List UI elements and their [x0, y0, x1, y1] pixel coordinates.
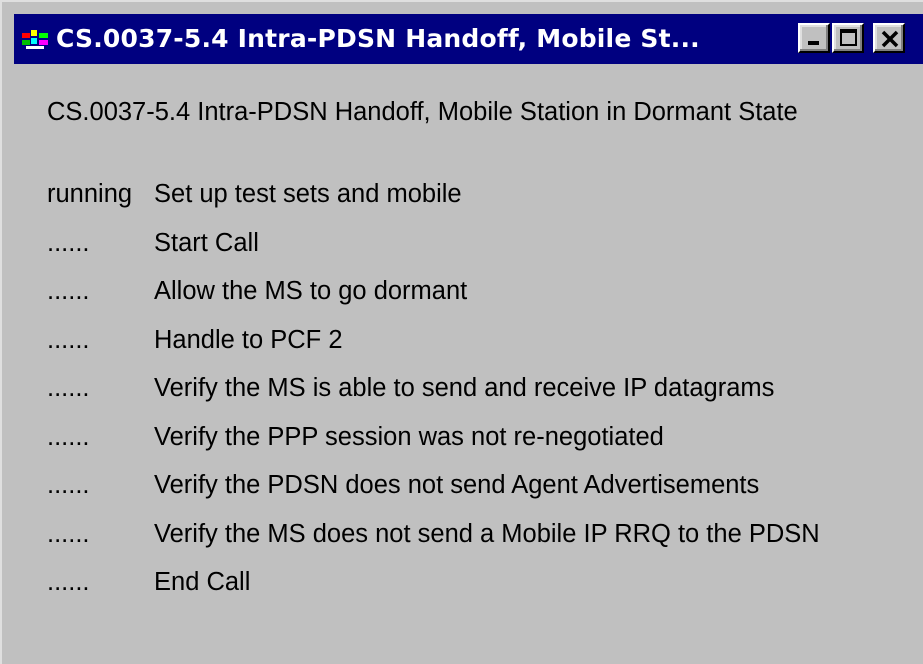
app-window: CS.0037-5.4 Intra-PDSN Handoff, Mobile S… [0, 0, 923, 664]
step-status: ...... [47, 568, 90, 596]
step-label: Allow the MS to go dormant [154, 277, 468, 305]
close-icon [881, 30, 899, 48]
title-bar[interactable]: CS.0037-5.4 Intra-PDSN Handoff, Mobile S… [14, 14, 923, 64]
step-label: Start Call [154, 228, 259, 257]
step-status: ...... [47, 325, 90, 354]
maximize-icon [840, 29, 857, 46]
content-area: CS.0037-5.4 Intra-PDSN Handoff, Mobile S… [2, 64, 923, 664]
step-status: ...... [47, 471, 90, 499]
minimize-icon [808, 41, 819, 45]
app-icon[interactable] [22, 27, 50, 51]
window-title: CS.0037-5.4 Intra-PDSN Handoff, Mobile S… [56, 24, 700, 53]
step-label: Verify the PDSN does not send Agent Adve… [154, 471, 760, 499]
test-heading: CS.0037-5.4 Intra-PDSN Handoff, Mobile S… [47, 98, 798, 126]
step-label: Handle to PCF 2 [154, 325, 343, 354]
step-status: ...... [47, 422, 90, 451]
step-status: ...... [47, 519, 90, 548]
step-label: Verify the MS is able to send and receiv… [154, 374, 775, 402]
step-label: Verify the PPP session was not re-negoti… [154, 422, 664, 451]
step-label: Verify the MS does not send a Mobile IP … [154, 519, 820, 548]
step-status: ...... [47, 277, 90, 305]
minimize-button[interactable] [798, 23, 830, 53]
step-label: End Call [154, 568, 251, 596]
step-label: Set up test sets and mobile [154, 180, 462, 208]
step-status: running [47, 180, 133, 208]
step-status: ...... [47, 228, 90, 257]
maximize-button[interactable] [832, 23, 864, 53]
step-status: ...... [47, 374, 90, 402]
close-button[interactable] [873, 23, 905, 53]
